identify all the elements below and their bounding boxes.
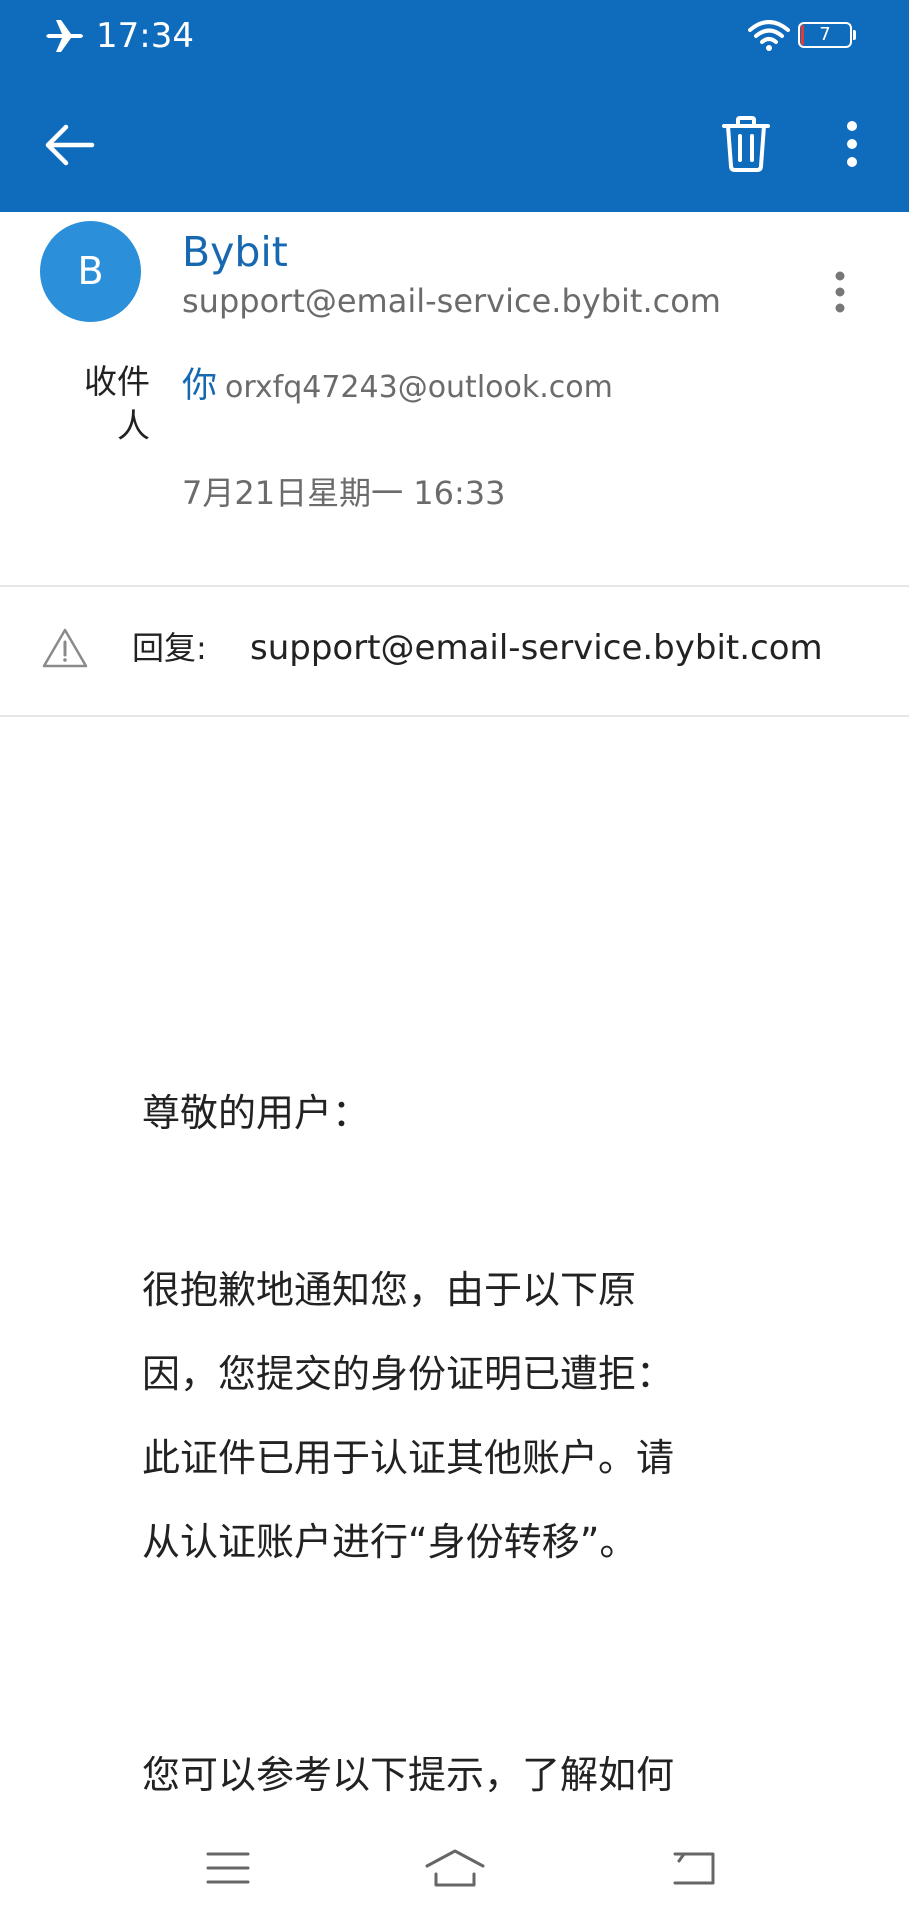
- nav-back-button[interactable]: [645, 1832, 741, 1904]
- recipient-email[interactable]: orxfq47243@outlook.com: [225, 370, 613, 405]
- avatar[interactable]: B: [40, 221, 141, 322]
- battery-level: 7: [819, 24, 831, 45]
- trash-icon: [722, 116, 770, 172]
- body-paragraph-2: 您可以参考以下提示，了解如何: [142, 1753, 675, 1797]
- back-arrow-icon: [45, 124, 95, 166]
- received-date: 7月21日星期一 16:33: [182, 474, 506, 512]
- body-line: 因，您提交的身份证明已遭拒：: [142, 1352, 675, 1396]
- app-bar: 17:34 7: [0, 0, 909, 212]
- menu-icon: [206, 1852, 250, 1884]
- status-time: 17:34: [96, 16, 194, 56]
- reply-to-email[interactable]: support@email-service.bybit.com: [250, 625, 823, 671]
- reply-to-label: 回复:: [132, 629, 207, 667]
- recipient-label-line2: 人: [117, 406, 150, 445]
- home-icon: [425, 1849, 485, 1887]
- recipient-you[interactable]: 你: [182, 366, 217, 406]
- recipient-label-line1: 收件: [84, 362, 150, 401]
- sender-more-button[interactable]: [812, 256, 868, 328]
- body-line: 从认证账户进行“身份转移”。: [142, 1520, 638, 1564]
- divider-bottom: [0, 715, 909, 717]
- battery-icon: 7: [798, 22, 856, 50]
- recipient-row[interactable]: 你 orxfq47243@outlook.com: [182, 362, 613, 412]
- sender-email[interactable]: support@email-service.bybit.com: [182, 278, 721, 324]
- more-vertical-icon: [835, 271, 845, 313]
- sender-name[interactable]: Bybit: [182, 224, 288, 280]
- body-line: 很抱歉地通知您，由于以下原: [142, 1268, 637, 1312]
- body-paragraph-1: 很抱歉地通知您，由于以下原 因，您提交的身份证明已遭拒： 此证件已用于认证其他账…: [142, 1248, 762, 1584]
- back-icon: [673, 1852, 715, 1885]
- warning-icon: [42, 628, 88, 668]
- nav-menu-button[interactable]: [180, 1832, 276, 1904]
- email-view-screen: 17:34 7 B Bybit support@email-service.by…: [0, 0, 909, 1920]
- reply-to-row[interactable]: 回复: support@email-service.bybit.com: [0, 587, 909, 715]
- nav-home-button[interactable]: [407, 1832, 503, 1904]
- more-options-button[interactable]: [812, 104, 892, 184]
- wifi-icon: [748, 20, 790, 51]
- body-line: 此证件已用于认证其他账户。请: [142, 1436, 675, 1480]
- status-bar: 17:34 7: [0, 0, 909, 80]
- more-vertical-icon: [847, 121, 857, 167]
- delete-button[interactable]: [706, 104, 786, 184]
- body-greeting: 尊敬的用户：: [142, 1091, 371, 1135]
- recipient-label: 收件 人: [60, 360, 150, 448]
- back-button[interactable]: [30, 105, 110, 185]
- airplane-icon: [46, 20, 83, 52]
- system-nav-bar: [0, 1818, 909, 1920]
- battery-cap: [853, 30, 856, 40]
